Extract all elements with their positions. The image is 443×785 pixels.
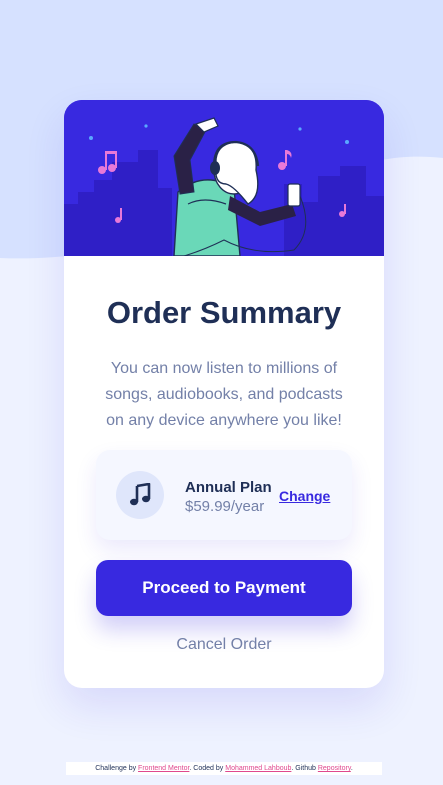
change-plan-link[interactable]: Change <box>279 488 330 504</box>
plan-name: Annual Plan <box>185 479 272 496</box>
order-description: You can now listen to millions of songs,… <box>105 360 343 429</box>
frontend-mentor-link[interactable]: Frontend Mentor <box>138 765 189 772</box>
plan-summary: Annual Plan $59.99/year Change <box>96 450 352 540</box>
attribution-prefix: Challenge by <box>95 765 139 772</box>
attribution-middle: . Coded by <box>189 765 226 772</box>
proceed-to-payment-button[interactable]: Proceed to Payment <box>96 560 352 616</box>
attribution-footer: Challenge by Frontend Mentor. Coded by M… <box>66 762 382 775</box>
page-title: Order Summary <box>106 295 342 330</box>
music-note-icon <box>116 471 164 519</box>
plan-price: $59.99/year <box>185 498 265 515</box>
repository-link[interactable]: Repository <box>318 765 351 772</box>
person-listening-music-illustration <box>64 100 384 256</box>
order-summary-card: Order Summary You can now listen to mill… <box>64 100 384 688</box>
attribution-github-text: . Github <box>291 765 318 772</box>
attribution-suffix: . <box>350 765 353 772</box>
author-link[interactable]: Mohammed Lahboub <box>225 765 291 772</box>
cancel-order-button[interactable]: Cancel Order <box>64 636 384 654</box>
hero-illustration <box>64 100 384 256</box>
